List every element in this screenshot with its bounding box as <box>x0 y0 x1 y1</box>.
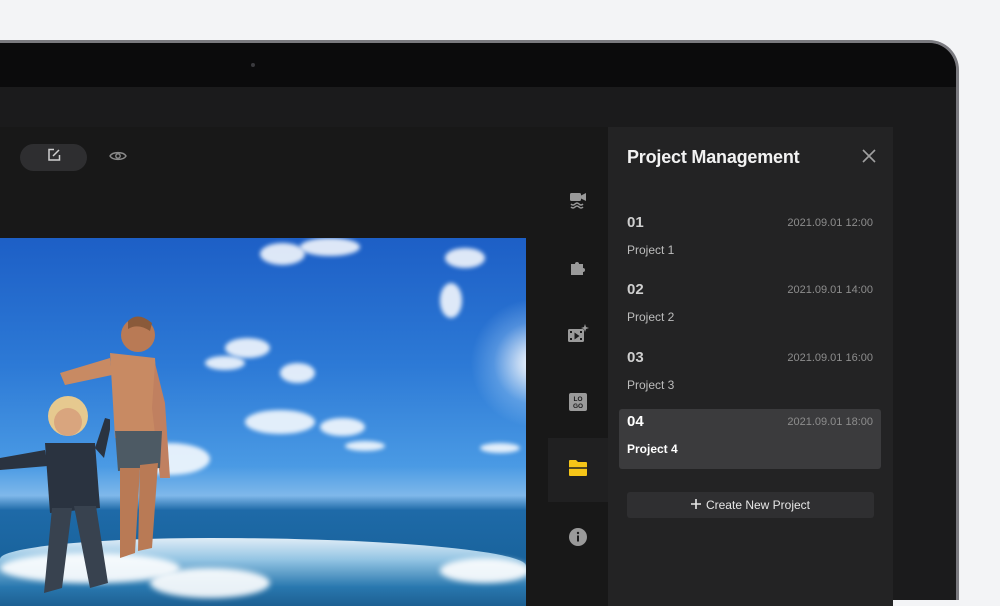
create-new-project-button[interactable]: Create New Project <box>627 492 874 518</box>
project-date: 2021.09.01 18:00 <box>787 416 873 428</box>
project-item-active[interactable]: 04 2021.09.01 18:00 Project 4 <box>619 409 881 469</box>
sidebar-item-effects[interactable] <box>548 306 608 366</box>
eye-icon <box>109 149 127 167</box>
sun-glare <box>470 298 526 428</box>
svg-text:GO: GO <box>573 403 583 410</box>
project-number: 01 <box>627 214 644 231</box>
tool-sidebar: LO GO <box>548 171 608 606</box>
video-camera-icon <box>568 189 588 214</box>
cloud <box>280 363 315 383</box>
sidebar-item-plugins[interactable] <box>548 239 608 299</box>
cloud <box>320 418 365 436</box>
plus-icon <box>690 498 701 512</box>
project-number: 02 <box>627 281 644 298</box>
project-management-panel: Project Management 01 2021.09.01 12:00 P… <box>608 127 893 606</box>
project-number: 04 <box>627 413 644 430</box>
sidebar-item-video[interactable] <box>548 171 608 231</box>
folder-icon <box>568 459 588 482</box>
puzzle-icon <box>568 257 588 282</box>
logo-icon: LO GO <box>568 392 588 417</box>
close-button[interactable] <box>858 147 880 169</box>
edit-button[interactable] <box>20 144 87 171</box>
cloud <box>260 243 305 265</box>
project-date: 2021.09.01 16:00 <box>787 352 873 364</box>
panel-title: Project Management <box>627 147 800 167</box>
sidebar-item-projects[interactable] <box>548 438 608 502</box>
project-date: 2021.09.01 12:00 <box>787 217 873 229</box>
close-icon <box>862 148 876 168</box>
preview-button[interactable] <box>107 147 129 169</box>
svg-text:LO: LO <box>573 396 582 403</box>
cloud <box>225 338 270 358</box>
project-name: Project 4 <box>627 442 678 456</box>
project-item[interactable]: 01 2021.09.01 12:00 Project 1 <box>619 210 881 270</box>
project-name: Project 1 <box>627 243 675 257</box>
webcam <box>251 63 255 67</box>
edit-square-icon <box>47 148 61 167</box>
cloud <box>345 441 385 451</box>
project-name: Project 2 <box>627 310 675 324</box>
cloud <box>300 238 360 256</box>
video-preview[interactable] <box>0 238 526 606</box>
sidebar-item-logo[interactable]: LO GO <box>548 374 608 434</box>
child-surfer <box>0 396 110 593</box>
project-name: Project 3 <box>627 378 675 392</box>
cloud <box>480 443 520 453</box>
project-item[interactable]: 02 2021.09.01 14:00 Project 2 <box>619 277 881 337</box>
cloud <box>205 356 245 370</box>
cloud <box>440 283 462 318</box>
app-screen: LO GO Project Management 01 2021.09.01 1… <box>0 127 893 606</box>
sidebar-item-info[interactable] <box>548 509 608 569</box>
wave-foam <box>440 558 526 583</box>
project-item[interactable]: 03 2021.09.01 16:00 Project 3 <box>619 345 881 405</box>
project-number: 03 <box>627 349 644 366</box>
project-date: 2021.09.01 14:00 <box>787 284 873 296</box>
sparkle-video-icon <box>567 323 589 349</box>
laptop-bezel <box>0 43 956 87</box>
info-icon <box>568 527 588 552</box>
cloud <box>245 410 315 434</box>
create-new-project-label: Create New Project <box>705 498 811 512</box>
cloud <box>445 248 485 268</box>
laptop-frame: LO GO Project Management 01 2021.09.01 1… <box>0 40 959 606</box>
